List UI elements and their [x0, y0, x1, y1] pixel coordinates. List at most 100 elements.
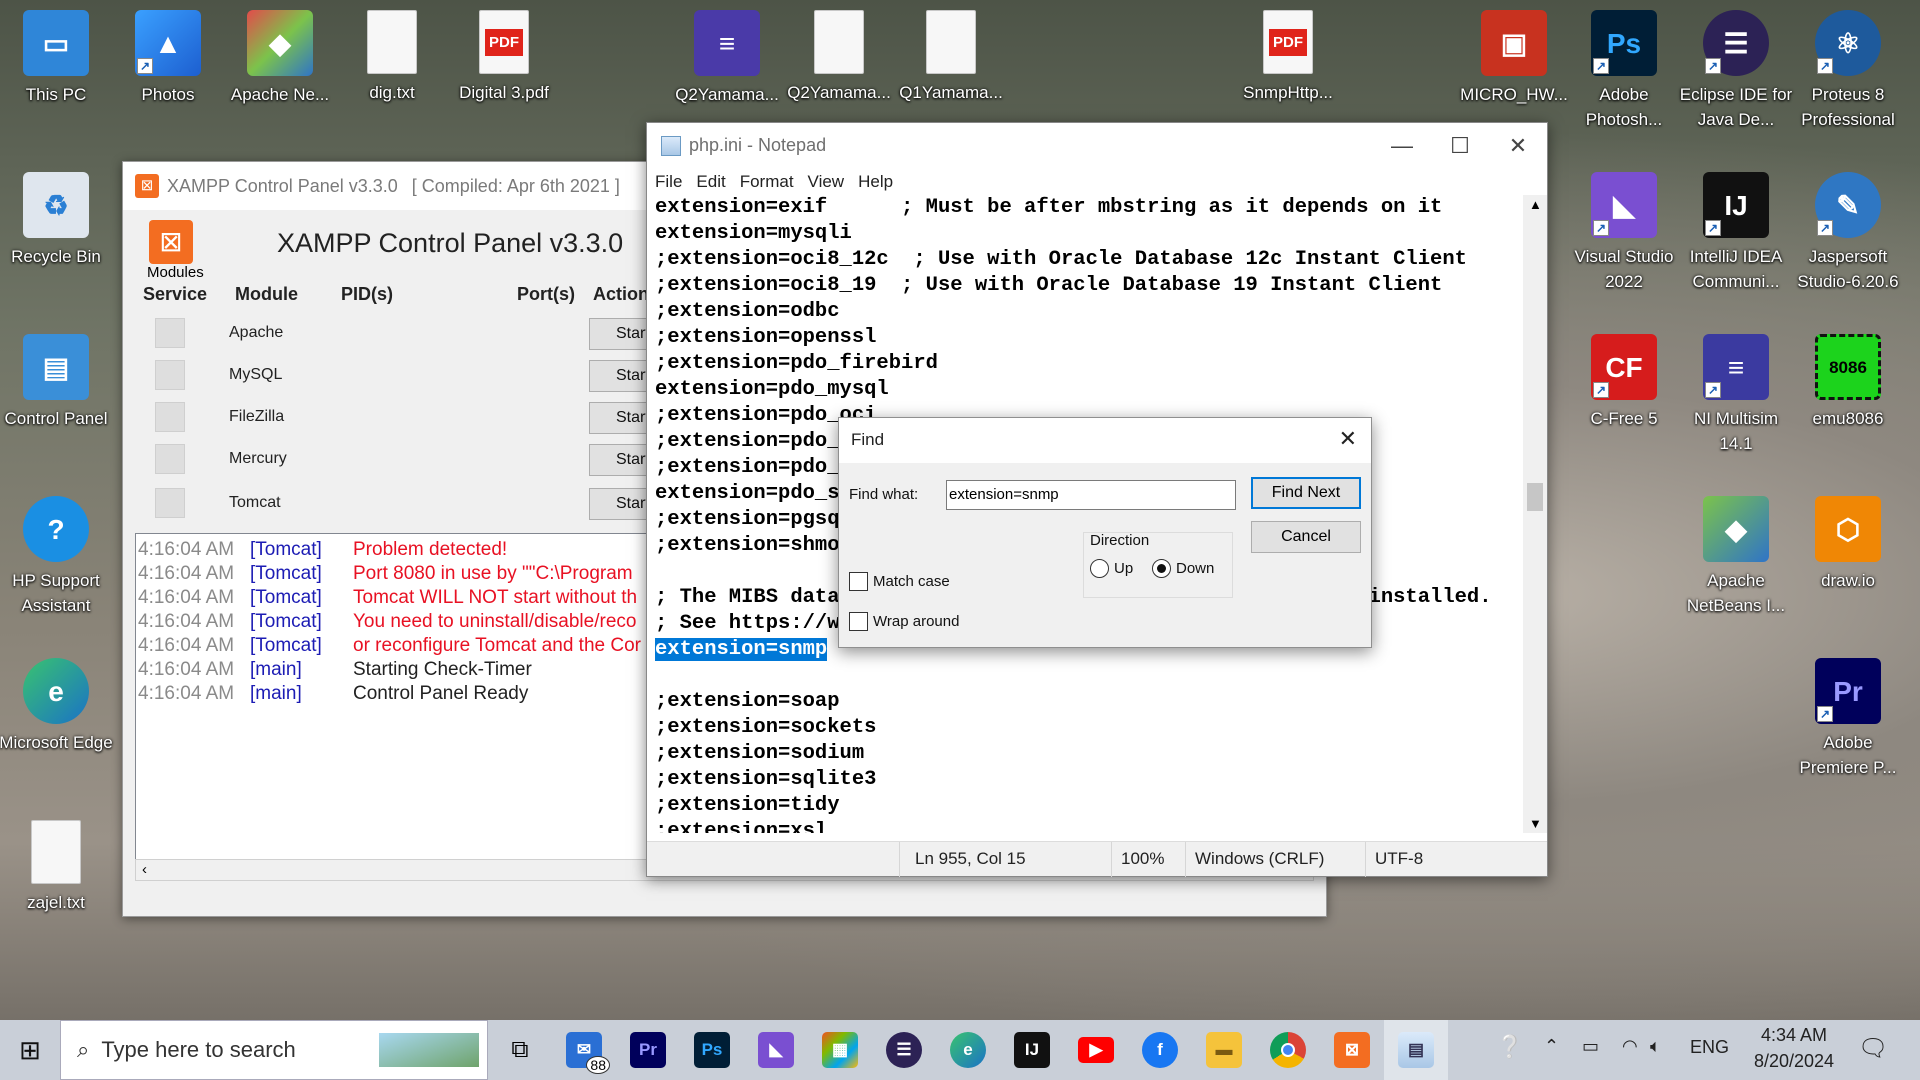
chrome-icon[interactable] — [1256, 1020, 1320, 1080]
desktop-icon-q2yamama-sec[interactable]: Q2Yamama... (Security co... — [779, 0, 899, 108]
desktop-icon-photoshop[interactable]: Ps ↗ Adobe Photosh... — [1564, 0, 1684, 132]
desktop-icon-dig[interactable]: dig.txt — [332, 0, 452, 105]
chevron-down-icon[interactable]: ▼ — [1529, 816, 1542, 831]
find-titlebar[interactable]: Find ✕ — [839, 418, 1371, 463]
scroll-thumb[interactable] — [1527, 483, 1543, 511]
chevron-left-icon[interactable]: ‹ — [142, 861, 147, 878]
desktop-icon-visual-studio[interactable]: ◣ ↗ Visual Studio 2022 — [1564, 162, 1684, 294]
find-next-button[interactable]: Find Next — [1251, 477, 1361, 509]
menu-file[interactable]: File — [655, 172, 682, 192]
desktop-icon-netbeans[interactable]: ◆ Apache NetBeans I... — [1676, 486, 1796, 618]
zoom-level: 100% — [1121, 849, 1165, 868]
store-icon[interactable]: ▦ — [808, 1020, 872, 1080]
menu-help[interactable]: Help — [858, 172, 893, 192]
start-button[interactable]: Start — [589, 488, 649, 520]
help-icon: ? — [23, 496, 89, 562]
desktop-icon-photos[interactable]: ▲ ↗ Photos — [108, 0, 228, 107]
facebook-icon[interactable]: f — [1128, 1020, 1192, 1080]
desktop-icon-q1yamama-sec[interactable]: Q1Yamama... (Security co... — [891, 0, 1011, 108]
menu-format[interactable]: Format — [740, 172, 794, 192]
desktop-icon-emu8086[interactable]: 8086 emu8086 — [1788, 324, 1908, 431]
desktop-icon-zajel[interactable]: zajel.txt — [0, 810, 116, 915]
notepad-titlebar[interactable]: php.ini - Notepad — ☐ ✕ — [647, 123, 1547, 168]
start-button[interactable]: Start — [589, 444, 649, 476]
edge-taskbar-icon[interactable]: e — [936, 1020, 1000, 1080]
text-line: extension=mysqli — [655, 222, 852, 245]
close-icon[interactable]: ✕ — [1489, 123, 1547, 168]
notepad-menubar: File Edit Format View Help — [647, 168, 1547, 195]
desktop-icon-snmphttp[interactable]: PDF SnmpHttp... — [1228, 0, 1348, 105]
clock-date[interactable]: 8/20/2024 — [1746, 1051, 1842, 1072]
start-button[interactable]: ⊞ — [0, 1020, 60, 1080]
archive-icon: ▣ — [1481, 10, 1547, 76]
photoshop-icon: Ps ↗ — [1591, 10, 1657, 76]
notepad-taskbar-icon[interactable]: ▤ — [1384, 1020, 1448, 1080]
direction-up-radio[interactable] — [1090, 559, 1109, 578]
wifi-icon[interactable]: ◠ — [1622, 1036, 1638, 1057]
start-button[interactable]: Start — [589, 360, 649, 392]
service-checkbox[interactable] — [155, 444, 185, 474]
xampp-taskbar-icon[interactable]: ⊠ — [1320, 1020, 1384, 1080]
mail-icon[interactable]: ✉ 88 — [552, 1020, 616, 1080]
maximize-icon[interactable]: ☐ — [1431, 123, 1489, 168]
desktop-icon-drawio[interactable]: ⬡ draw.io — [1788, 486, 1908, 593]
match-case-checkbox[interactable] — [849, 572, 868, 591]
desktop-icon-hp-support[interactable]: ? HP Support Assistant — [0, 486, 116, 618]
vertical-scrollbar[interactable]: ▲ ▼ — [1523, 195, 1547, 833]
photoshop-taskbar-icon[interactable]: Ps — [680, 1020, 744, 1080]
match-case-label: Match case — [873, 573, 950, 590]
menu-edit[interactable]: Edit — [696, 172, 725, 192]
clock-time[interactable]: 4:34 AM — [1754, 1025, 1834, 1046]
service-checkbox[interactable] — [155, 360, 185, 390]
desktop-icon-this-pc[interactable]: ▭ This PC — [0, 0, 116, 107]
wrap-around-checkbox[interactable] — [849, 612, 868, 631]
text-line: ;extension=xsl — [655, 820, 828, 833]
start-button[interactable]: Start — [589, 318, 649, 350]
desktop-icon-proteus[interactable]: ⚛ ↗ Proteus 8 Professional — [1788, 0, 1908, 132]
service-checkbox[interactable] — [155, 318, 185, 348]
desktop-icon-edge[interactable]: e Microsoft Edge — [0, 648, 116, 755]
chevron-up-icon[interactable]: ▲ — [1529, 197, 1542, 212]
language-indicator[interactable]: ENG — [1690, 1037, 1729, 1058]
desktop-icon-apache-netbeans-top[interactable]: ◆ Apache Ne... — [220, 0, 340, 107]
service-checkbox[interactable] — [155, 402, 185, 432]
desktop-icon-micro-hw[interactable]: ▣ MICRO_HW... — [1454, 0, 1574, 107]
find-what-input[interactable]: extension=snmp — [946, 480, 1236, 510]
desktop-icon-control-panel[interactable]: ▤ Control Panel — [0, 324, 116, 431]
cancel-button[interactable]: Cancel — [1251, 521, 1361, 553]
visual-studio-taskbar-icon[interactable]: ◣ — [744, 1020, 808, 1080]
taskbar-search[interactable]: ⌕ Type here to search — [60, 1020, 488, 1080]
intellij-taskbar-icon[interactable]: IJ — [1000, 1020, 1064, 1080]
youtube-icon[interactable]: ▶ — [1064, 1020, 1128, 1080]
help-tray-icon[interactable]: ❔ — [1496, 1034, 1523, 1060]
desktop-icon-premiere[interactable]: Pr ↗ Adobe Premiere P... — [1788, 648, 1908, 780]
chevron-up-icon[interactable]: ⌃ — [1544, 1036, 1559, 1057]
line-ending: Windows (CRLF) — [1195, 849, 1325, 868]
direction-down-radio[interactable] — [1152, 559, 1171, 578]
desktop-icon-multisim[interactable]: ≡ ↗ NI Multisim 14.1 — [1676, 324, 1796, 456]
desktop-icon-cfree[interactable]: CF ↗ C-Free 5 — [1564, 324, 1684, 431]
visual-studio-icon: ◣ ↗ — [1591, 172, 1657, 238]
eclipse-taskbar-icon[interactable]: ☰ — [872, 1020, 936, 1080]
menu-view[interactable]: View — [808, 172, 845, 192]
start-button[interactable]: Start — [589, 402, 649, 434]
desktop-icon-jaspersoft[interactable]: ✎ ↗ Jaspersoft Studio-6.20.6 — [1788, 162, 1908, 294]
notification-icon[interactable]: 🗨︎ — [1858, 1034, 1888, 1063]
intellij-icon: IJ ↗ — [1703, 172, 1769, 238]
premiere-taskbar-icon[interactable]: Pr — [616, 1020, 680, 1080]
battery-icon[interactable]: ▭ — [1582, 1036, 1599, 1057]
task-view-icon[interactable]: ⧉ — [488, 1020, 552, 1080]
desktop-icon-recycle-bin[interactable]: ♻ Recycle Bin — [0, 162, 116, 269]
close-icon[interactable]: ✕ — [1339, 426, 1357, 452]
minimize-icon[interactable]: — — [1373, 123, 1431, 168]
service-checkbox[interactable] — [155, 488, 185, 518]
column-module: Module — [235, 284, 298, 304]
drawio-icon: ⬡ — [1815, 496, 1881, 562]
desktop-icon-q2yamama[interactable]: ≡ Q2Yamama... — [667, 0, 787, 107]
desktop-icon-intellij[interactable]: IJ ↗ IntelliJ IDEA Communi... — [1676, 162, 1796, 294]
text-line: ;extension=oci8_19 ; Use with Oracle Dat… — [655, 274, 1443, 297]
desktop-icon-digital3[interactable]: PDF Digital 3.pdf — [444, 0, 564, 105]
volume-icon[interactable]: 🔈︎ — [1650, 1036, 1661, 1057]
desktop-icon-eclipse[interactable]: ☰ ↗ Eclipse IDE for Java De... — [1676, 0, 1796, 132]
file-explorer-icon[interactable]: ▬ — [1192, 1020, 1256, 1080]
